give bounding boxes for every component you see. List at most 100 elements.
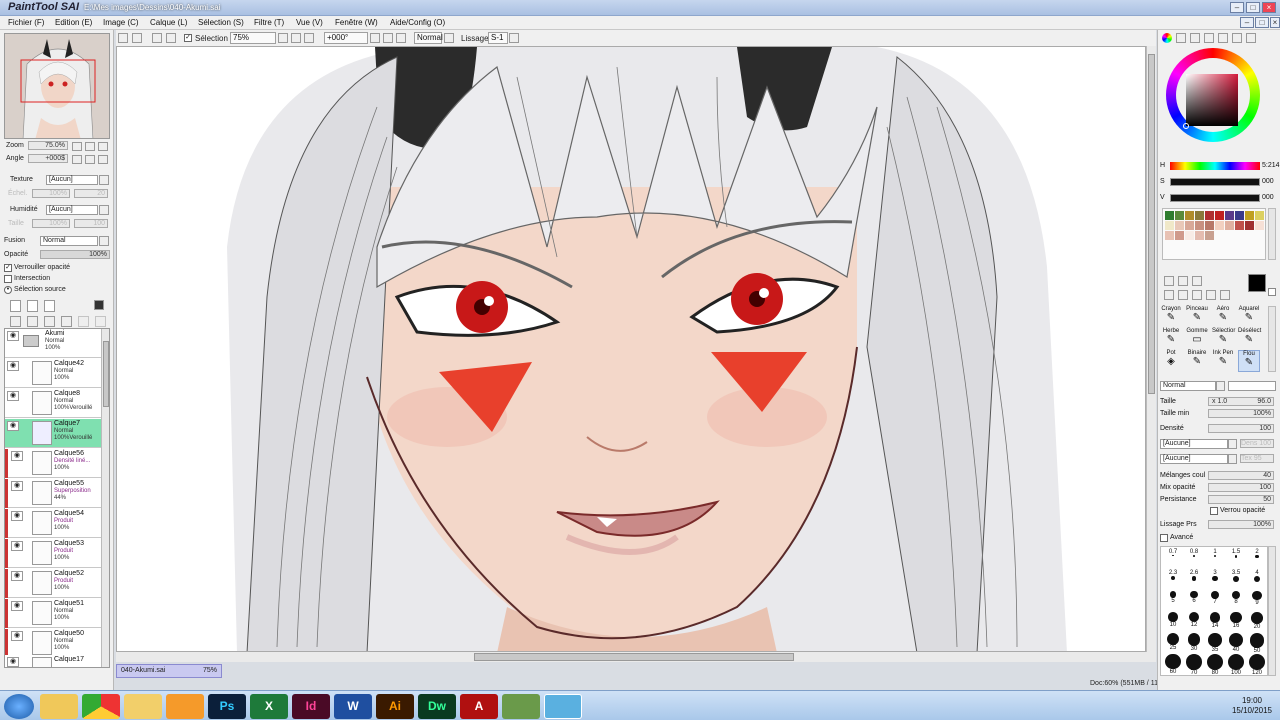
brush-mode-select[interactable]: Normal [1160, 381, 1216, 391]
color-swatch[interactable] [1165, 211, 1174, 220]
clock[interactable]: 19:00 15/10/2015 [1232, 696, 1272, 716]
brush-size-preset[interactable]: 1 [1205, 549, 1225, 565]
eyedropper-icon[interactable] [1220, 290, 1230, 300]
eye-icon[interactable]: ◉ [7, 657, 19, 667]
blend-select[interactable]: Normal [40, 236, 98, 246]
color-swatch[interactable] [1205, 221, 1214, 230]
color-wheel[interactable] [1166, 48, 1260, 142]
brush-size-presets[interactable]: 0.7 0.8 1 1.5 2 2.3 2.6 3 3.5 4 5 6 7 8 9 10 12 14 16 20 25 3… [1160, 546, 1268, 676]
menu-selection[interactable]: Sélection (S) [198, 18, 244, 27]
tool-blur[interactable]: Flou ✎ [1238, 350, 1260, 372]
color-swatch[interactable] [1235, 211, 1244, 220]
color-swatch[interactable] [1255, 221, 1264, 230]
rotate-cw-icon[interactable] [85, 155, 95, 164]
close-button[interactable]: × [1262, 2, 1276, 13]
blending-slider[interactable]: 40 [1208, 471, 1274, 480]
layer-row[interactable]: ◉ Calque54 Produit 100% [5, 509, 101, 538]
layer-row[interactable]: ◉ Calque17 [5, 655, 101, 667]
selection-checkbox[interactable]: ✓ [184, 34, 192, 42]
taskbar-acrobat-icon[interactable]: A [460, 694, 498, 719]
transfer-down-icon[interactable] [10, 316, 21, 327]
menu-filter[interactable]: Filtre (T) [254, 18, 284, 27]
layer-mask-icon[interactable] [94, 300, 104, 310]
brush-size-preset[interactable]: 0.8 [1184, 549, 1204, 565]
color-picker-cursor[interactable] [1183, 123, 1189, 129]
pressure-smoothing-slider[interactable]: 100% [1208, 520, 1274, 529]
taskbar-excel-icon[interactable]: X [250, 694, 288, 719]
zoom-minus-icon[interactable] [72, 142, 82, 151]
color-swatch[interactable] [1225, 221, 1234, 230]
shape-density-slider[interactable]: Dens 100 [1240, 439, 1274, 448]
clear-layer-icon[interactable] [44, 316, 55, 327]
rotation-select[interactable]: +000° [324, 32, 368, 44]
new-layer-icon[interactable] [10, 300, 21, 312]
tool-scrollbar[interactable] [1268, 306, 1276, 372]
horizontal-scrollbar[interactable] [116, 652, 1156, 662]
navigator-preview[interactable] [4, 33, 110, 139]
brush-size-preset[interactable]: 70 [1184, 654, 1204, 675]
layer-row[interactable]: ◉ Calque52 Produit 100% [5, 569, 101, 598]
layer-row[interactable]: ◉ Calque50 Normal 100% [5, 629, 101, 658]
brush-size-preset[interactable]: 9 [1247, 591, 1267, 607]
primary-color-swatch[interactable] [1248, 274, 1266, 292]
tool-deselect-pen[interactable]: Désélect ✎ [1238, 328, 1261, 350]
humidity-contrast-slider[interactable]: 100 [74, 219, 108, 228]
eye-icon[interactable]: ◉ [11, 481, 23, 491]
magic-wand-icon[interactable] [1192, 276, 1202, 286]
eye-icon[interactable]: ◉ [11, 541, 23, 551]
menu-edit[interactable]: Edition (E) [55, 18, 92, 27]
source-selection-radio[interactable]: • [4, 286, 12, 294]
scratchpad-icon[interactable] [1232, 33, 1242, 43]
layer-row[interactable]: ◉ Calque55 Superposition 44% [5, 479, 101, 508]
menu-layer[interactable]: Calque (L) [150, 18, 187, 27]
eye-icon[interactable]: ◉ [11, 511, 23, 521]
color-swatch[interactable] [1175, 211, 1184, 220]
tool-eraser[interactable]: Gomme ▭ [1186, 328, 1208, 350]
swatch-grid[interactable] [1162, 208, 1266, 260]
zoom-plus-icon[interactable] [85, 142, 95, 151]
brush-size-preset[interactable]: 25 [1163, 633, 1183, 651]
brush-size-preset[interactable]: 2.6 [1184, 570, 1204, 586]
zoom-icon[interactable] [1178, 290, 1188, 300]
maximize-button[interactable]: □ [1246, 2, 1260, 13]
layer-row[interactable]: ◉ Calque53 Produit 100% [5, 539, 101, 568]
brush-size-preset[interactable]: 60 [1163, 654, 1183, 675]
tool-ink-pen[interactable]: Ink Pen ✎ [1212, 350, 1234, 372]
texture-strength-slider[interactable]: Tex 95 [1240, 454, 1274, 463]
tool-brush[interactable]: Pinceau ✎ [1186, 306, 1208, 328]
color-swatch[interactable] [1195, 231, 1204, 240]
delete-layer-icon[interactable] [61, 316, 72, 327]
rotate-left-icon[interactable] [370, 33, 380, 43]
layer-extra-icon[interactable] [95, 316, 106, 327]
brush-size-preset[interactable]: 8 [1226, 591, 1246, 607]
horizontal-scroll-thumb[interactable] [474, 653, 794, 661]
brush-size-preset[interactable]: 20 [1247, 612, 1267, 630]
texture-contrast-slider[interactable]: 20 [74, 189, 108, 198]
move-icon[interactable] [1164, 290, 1174, 300]
brush-size-preset[interactable]: 2 [1247, 549, 1267, 565]
brush-size-preset[interactable]: 1.5 [1226, 549, 1246, 565]
color-swatch[interactable] [1245, 211, 1254, 220]
doc-minimize-button[interactable]: – [1240, 17, 1254, 28]
menu-window[interactable]: Fenêtre (W) [335, 18, 378, 27]
flip-icon[interactable] [396, 33, 406, 43]
brush-size-preset[interactable]: 40 [1226, 633, 1246, 653]
layer-row[interactable]: ◉ Calque42 Normal 100% [5, 359, 101, 388]
menu-image[interactable]: Image (C) [103, 18, 139, 27]
density-slider[interactable]: 100 [1208, 424, 1274, 433]
color-swatch[interactable] [1245, 221, 1254, 230]
brush-shape-dropdown-icon[interactable] [1228, 439, 1237, 449]
intersection-checkbox[interactable] [4, 275, 12, 283]
color-swatch[interactable] [1185, 221, 1194, 230]
start-button[interactable] [4, 694, 34, 719]
taskbar-folder-icon[interactable] [124, 694, 162, 719]
view-mode-button[interactable] [444, 33, 454, 43]
color-swatch[interactable] [1225, 211, 1234, 220]
brush-size-preset[interactable]: 3.5 [1226, 570, 1246, 586]
menu-file[interactable]: Fichier (F) [8, 18, 44, 27]
brush-mode-dropdown-icon[interactable] [1216, 381, 1225, 391]
brush-size-preset[interactable]: 10 [1163, 612, 1183, 628]
brush-size-preset[interactable]: 50 [1247, 633, 1267, 654]
texture-scale-slider[interactable]: 100% [32, 189, 70, 198]
color-swatch[interactable] [1175, 221, 1184, 230]
